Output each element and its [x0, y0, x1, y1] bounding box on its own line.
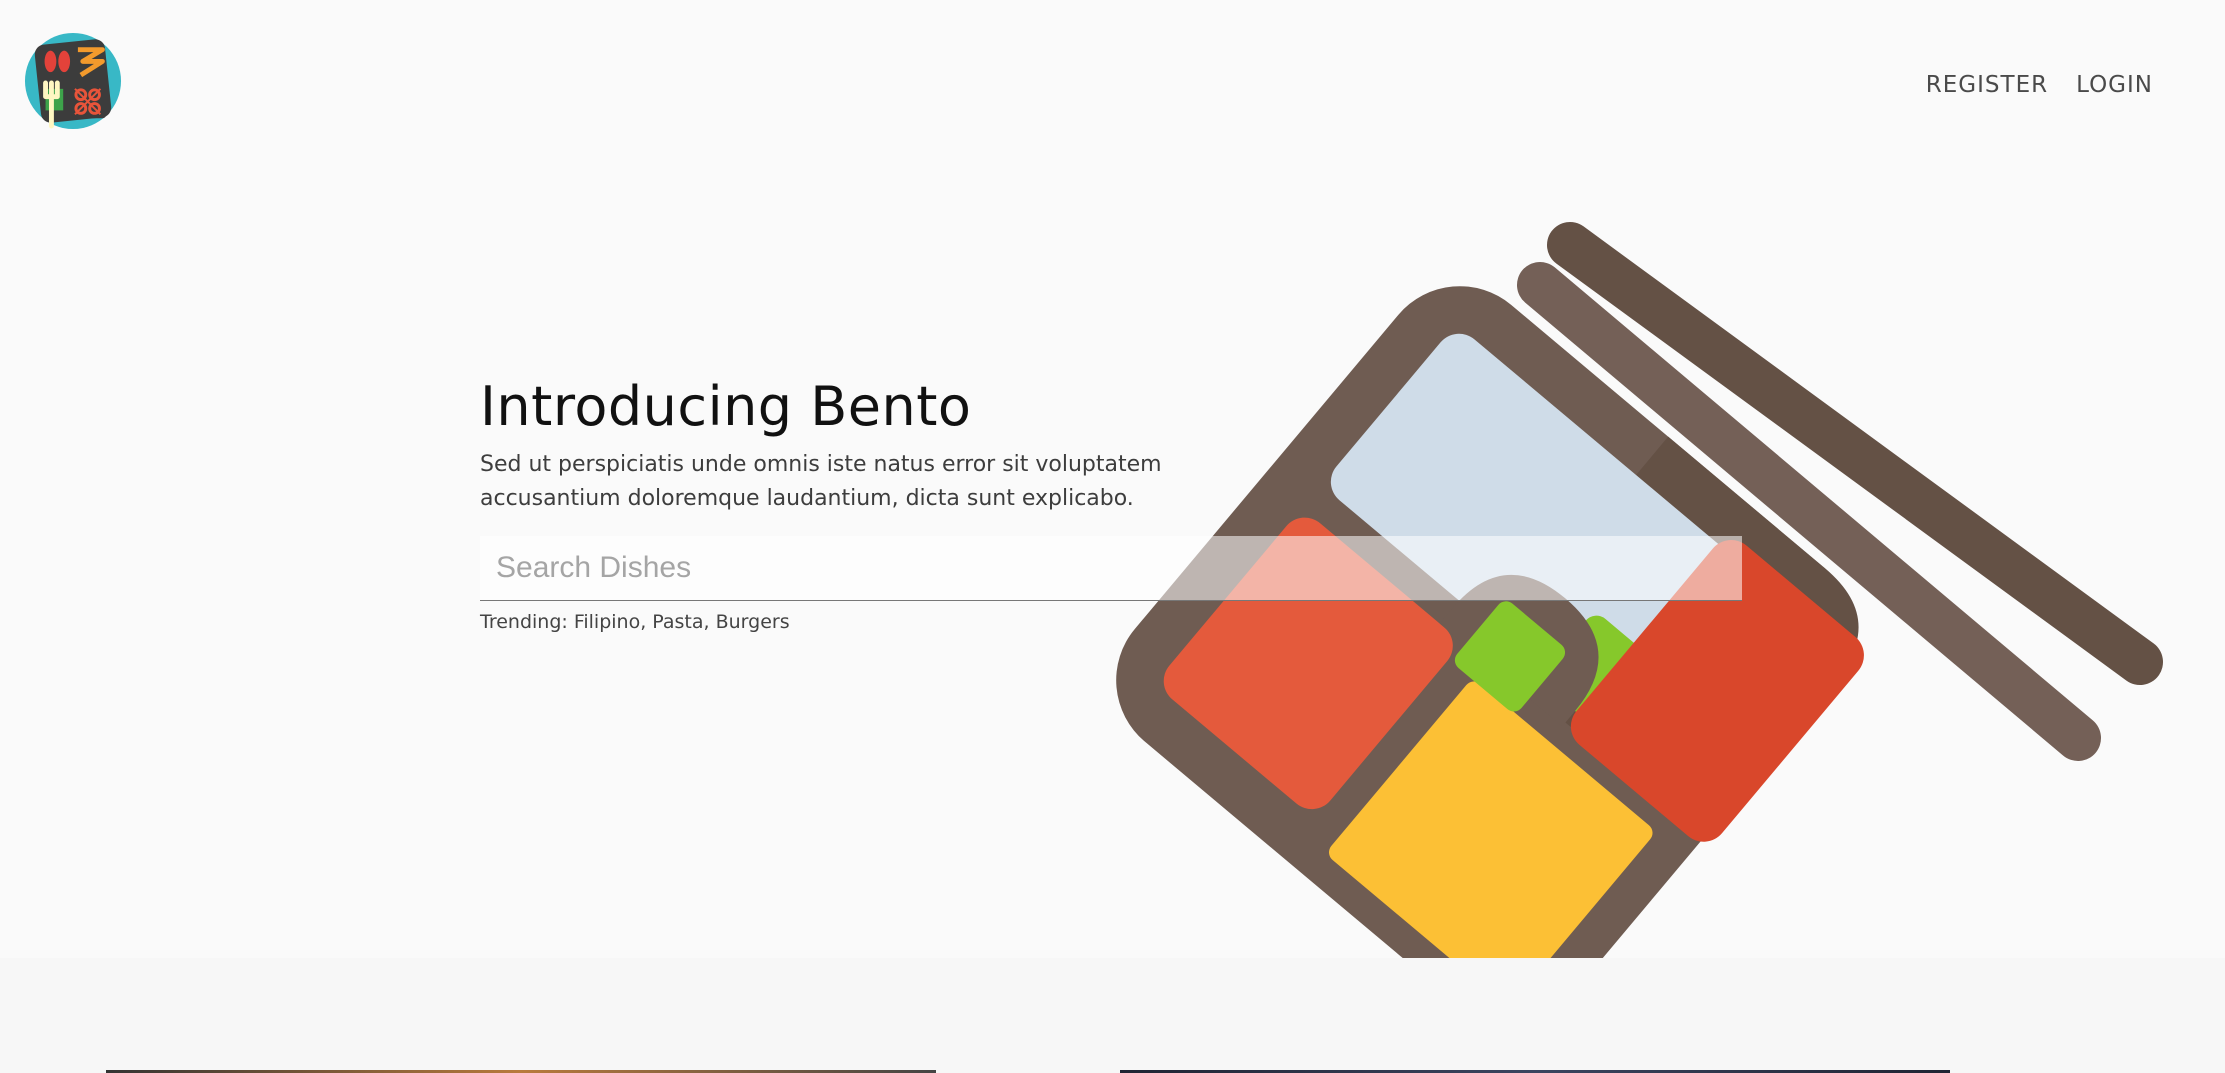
- register-link[interactable]: REGISTER: [1926, 72, 2048, 98]
- hero-section: Introducing Bento Sed ut perspiciatis un…: [480, 372, 1742, 633]
- login-link[interactable]: LOGIN: [2076, 72, 2153, 98]
- hero-subtitle: Sed ut perspiciatis unde omnis iste natu…: [480, 452, 1162, 511]
- next-section: [0, 958, 2225, 1073]
- hero-title: Introducing Bento: [480, 375, 972, 438]
- landing-page: REGISTER LOGIN Introducing Bento Sed ut …: [0, 0, 2225, 1073]
- top-nav: REGISTER LOGIN: [1926, 72, 2153, 98]
- search-bar: [480, 536, 1742, 601]
- search-input[interactable]: [480, 536, 1742, 600]
- bento-logo-icon[interactable]: [24, 32, 122, 130]
- trending-text: Trending: Filipino, Pasta, Burgers: [480, 611, 790, 633]
